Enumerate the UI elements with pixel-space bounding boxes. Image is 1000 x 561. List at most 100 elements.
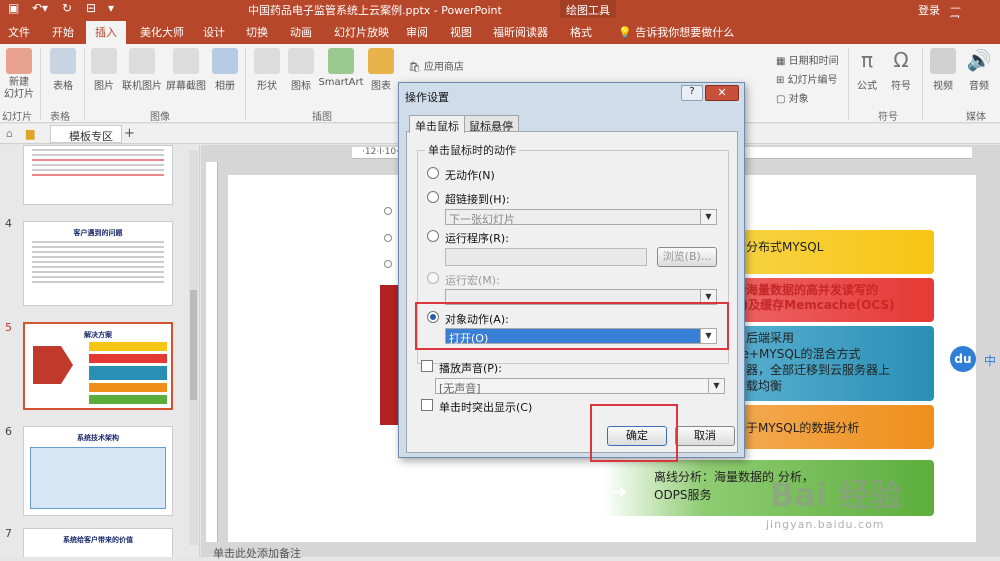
slide-number: 6: [5, 425, 12, 438]
folder-icon[interactable]: ▆: [26, 127, 34, 140]
tell-me-box[interactable]: 💡 告诉我你想要做什么: [618, 24, 734, 40]
chart-label: 图表: [371, 81, 391, 92]
omega-icon: Ω: [893, 48, 909, 72]
slide-title: 客户遇到的问题: [73, 229, 123, 237]
save-icon[interactable]: ▣: [8, 1, 19, 15]
object-icon: ▢: [776, 94, 789, 105]
thumb-bar: [89, 354, 167, 363]
tab-slideshow[interactable]: 幻灯片放映: [334, 24, 389, 40]
camera-icon: [173, 48, 199, 74]
hash-icon: ⊞: [776, 75, 788, 86]
hyperlink-select[interactable]: 下一张幻灯片 ▼: [445, 209, 717, 226]
program-path-input[interactable]: [445, 248, 647, 266]
slide-thumbnail-3[interactable]: [23, 145, 173, 205]
help-button[interactable]: ?: [681, 85, 703, 101]
date-time-button[interactable]: ▦ 日期和时间: [776, 52, 839, 67]
tab-view[interactable]: 视图: [450, 24, 472, 40]
resize-handle[interactable]: [384, 234, 392, 242]
baidu-watermark: Bai 经验: [770, 476, 903, 514]
play-sound-checkbox[interactable]: [421, 360, 433, 372]
separator: [245, 48, 246, 120]
group-symbols: 符号: [878, 112, 898, 123]
radio-hyperlink[interactable]: [427, 191, 439, 203]
tab-design[interactable]: 设计: [203, 24, 225, 40]
speaker-icon: 🔊: [966, 48, 992, 72]
separator: [40, 48, 41, 120]
tab-animations[interactable]: 动画: [290, 24, 312, 40]
video-button[interactable]: 视频: [928, 48, 958, 92]
window-title: 中国药品电子监管系统上云案例.pptx - PowerPoint: [248, 4, 502, 17]
smartart-label: SmartArt: [318, 77, 364, 88]
cancel-button[interactable]: 取消: [675, 426, 735, 446]
resize-handle[interactable]: [384, 207, 392, 215]
shapes-button[interactable]: 形状: [252, 48, 282, 92]
chevron-down-icon: ▼: [700, 210, 716, 224]
tab-review[interactable]: 审阅: [406, 24, 428, 40]
picture-button[interactable]: 图片: [90, 48, 118, 92]
store-icon: 🛍: [408, 62, 424, 73]
add-tab-button[interactable]: +: [124, 126, 135, 141]
tab-insert[interactable]: 插入: [86, 21, 126, 44]
watermark-url: jingyan.baidu.com: [766, 518, 885, 531]
chevron-down-icon: ▼: [708, 379, 724, 393]
customize-icon[interactable]: ▾: [108, 1, 114, 15]
album-button[interactable]: 相册: [210, 48, 240, 92]
undo-icon[interactable]: ↶▾: [32, 1, 48, 15]
tab-template-zone[interactable]: 模板专区: [50, 125, 122, 143]
app-store-button[interactable]: 🛍 应用商店: [408, 58, 464, 73]
chart-button[interactable]: 图表: [366, 48, 396, 92]
slide-thumbnail-7[interactable]: 系统给客户带来的价值: [23, 528, 173, 557]
table-button[interactable]: 表格: [48, 48, 78, 92]
arrow-right-icon: ➜: [612, 482, 628, 503]
table-label: 表格: [53, 81, 73, 92]
highlight-click-checkbox[interactable]: [421, 399, 433, 411]
thumb-bar: [89, 342, 167, 351]
tab-file[interactable]: 文件: [8, 24, 30, 40]
baidu-du-icon[interactable]: du: [950, 346, 976, 372]
symbol-button[interactable]: Ω 符号: [886, 48, 916, 92]
online-picture-button[interactable]: 联机图片: [120, 48, 164, 92]
tab-beautify[interactable]: 美化大师: [140, 24, 184, 40]
object-button[interactable]: ▢ 对象: [776, 90, 809, 105]
hyperlink-label: 超链接到(H):: [445, 193, 510, 206]
thumb-bar: [89, 395, 167, 404]
audio-button[interactable]: 🔊 音频: [964, 48, 994, 92]
redo-icon[interactable]: ↻: [62, 1, 72, 15]
home-icon[interactable]: ⌂: [6, 127, 13, 140]
equation-button[interactable]: π 公式: [852, 48, 882, 92]
radio-run-macro[interactable]: [427, 272, 439, 284]
selected-shape[interactable]: [380, 285, 400, 425]
table-icon: [50, 48, 76, 74]
tab-mouse-click[interactable]: 单击鼠标: [409, 115, 465, 133]
radio-run-program[interactable]: [427, 230, 439, 242]
slide-thumbnail-6[interactable]: 系统技术架构: [23, 426, 173, 516]
ribbon-tabs: 文件 开始 插入 美化大师 设计 切换 动画 幻灯片放映 审阅 视图 福昕阅读器…: [0, 18, 1000, 44]
icons-button[interactable]: 图标: [286, 48, 316, 92]
video-icon: [930, 48, 956, 74]
run-program-label: 运行程序(R):: [445, 232, 509, 245]
notes-placeholder[interactable]: 单击此处添加备注: [213, 545, 301, 561]
screenshot-button[interactable]: 屏幕截图: [166, 48, 206, 92]
sound-select[interactable]: [无声音] ▼: [435, 378, 725, 395]
slide-number-button[interactable]: ⊞ 幻灯片编号: [776, 71, 838, 86]
tab-transitions[interactable]: 切换: [246, 24, 268, 40]
browse-button[interactable]: 浏览(B)...: [657, 247, 717, 267]
tab-home[interactable]: 开始: [52, 24, 74, 40]
close-button[interactable]: ✕: [705, 85, 739, 101]
title-bar: ▣ ↶▾ ↻ ⊟ ▾ 中国药品电子监管系统上云案例.pptx - PowerPo…: [0, 0, 1000, 40]
slideshow-icon[interactable]: ⊟: [86, 1, 96, 15]
group-images: 图像: [150, 112, 170, 123]
smartart-button[interactable]: SmartArt: [318, 48, 364, 88]
run-macro-label: 运行宏(M):: [445, 274, 500, 287]
tab-format[interactable]: 格式: [570, 24, 592, 40]
tab-mouse-over[interactable]: 鼠标悬停: [463, 115, 519, 133]
group-label: 单击鼠标时的动作: [425, 142, 519, 158]
radio-no-action[interactable]: [427, 167, 439, 179]
resize-handle[interactable]: [384, 260, 392, 268]
tab-foxit[interactable]: 福昕阅读器: [493, 24, 548, 40]
scrollbar-thumb[interactable]: [190, 290, 197, 400]
slide-thumbnail-5[interactable]: 解决方案: [23, 322, 173, 410]
slide-thumbnail-4[interactable]: 客户遇到的问题: [23, 221, 173, 306]
new-slide-button[interactable]: 新建 幻灯片: [2, 48, 36, 101]
login-button[interactable]: 登录: [918, 2, 940, 18]
